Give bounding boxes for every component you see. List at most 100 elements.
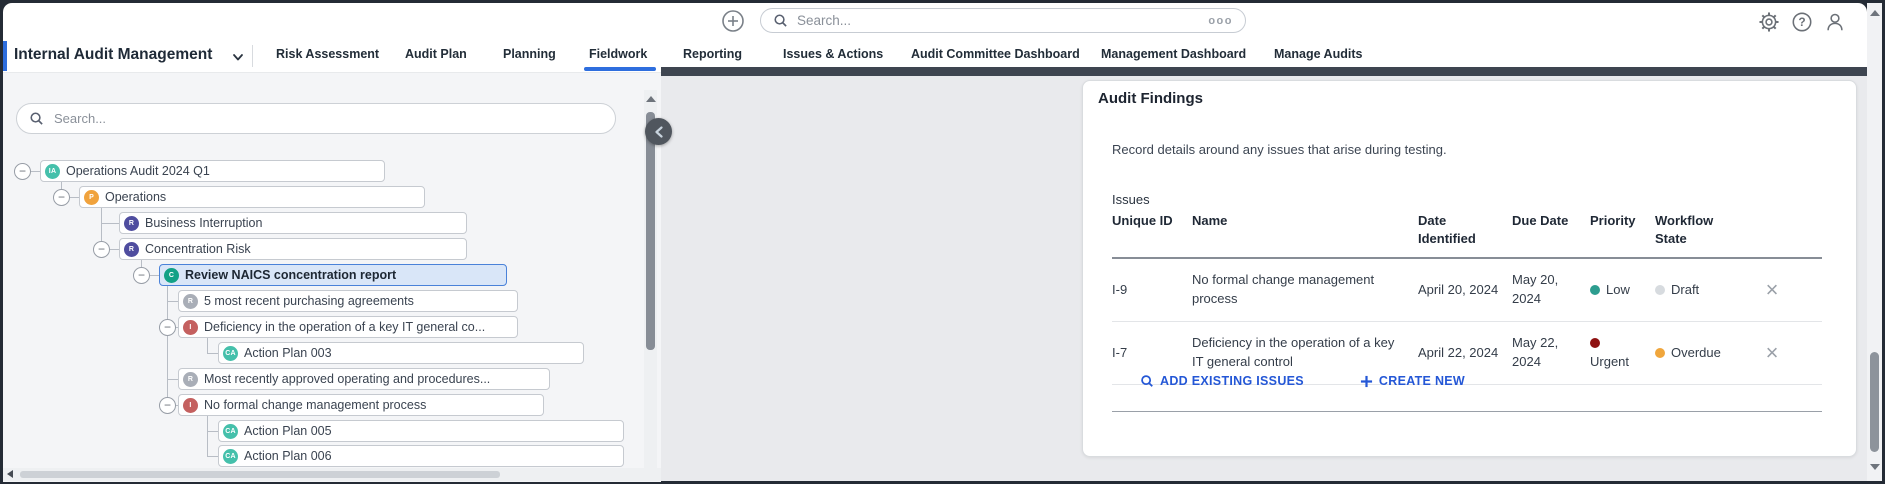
- tree-toggle-collapse[interactable]: −: [53, 189, 70, 206]
- issue-workflow-state: Overdue: [1655, 344, 1747, 363]
- issue-unique-id: I-9: [1112, 281, 1192, 300]
- tab-management-dashboard[interactable]: Management Dashboard: [1101, 47, 1246, 61]
- card-bottom-divider: [1112, 411, 1822, 412]
- tab-planning[interactable]: Planning: [503, 47, 556, 61]
- settings-gear-icon[interactable]: [1758, 11, 1780, 33]
- scroll-left-arrow[interactable]: [7, 470, 13, 478]
- tree-connector: [61, 182, 62, 189]
- search-icon: [1140, 374, 1154, 388]
- search-shortcut-hint: ooo: [1208, 15, 1233, 27]
- issue-date-identified: April 20, 2024: [1418, 281, 1512, 300]
- tree-node-purchasing-agreements[interactable]: R 5 most recent purchasing agreements: [178, 290, 518, 312]
- tree-connector: [167, 379, 178, 380]
- tree-node-operating-procedures[interactable]: R Most recently approved operating and p…: [178, 368, 550, 390]
- global-search: ooo: [760, 8, 1246, 33]
- active-tab-indicator: [584, 67, 656, 71]
- tree-search-input[interactable]: [52, 110, 603, 127]
- tree-search: [16, 103, 616, 134]
- content-top-strip: [661, 67, 1867, 76]
- tree-node-action-plan-006[interactable]: CA Action Plan 006: [218, 445, 624, 467]
- global-search-input[interactable]: [795, 12, 1201, 29]
- issue-badge: I: [183, 320, 198, 335]
- scroll-up-arrow[interactable]: [1870, 10, 1880, 16]
- priority-dot: [1590, 338, 1600, 348]
- tree-connector: [30, 171, 40, 172]
- user-profile-icon[interactable]: [1824, 11, 1846, 33]
- add-existing-issues-button[interactable]: ADD EXISTING ISSUES: [1140, 374, 1304, 388]
- tree-connector: [167, 286, 168, 397]
- issue-unique-id: I-7: [1112, 344, 1192, 363]
- tree-toggle-collapse[interactable]: −: [133, 267, 150, 284]
- tree-vertical-scrollbar-thumb[interactable]: [646, 112, 655, 350]
- workflow-state-dot: [1655, 285, 1665, 295]
- tree-connector: [207, 431, 218, 432]
- issue-badge: I: [183, 398, 198, 413]
- tree-node-action-plan-003[interactable]: CA Action Plan 003: [218, 342, 584, 364]
- svg-text:?: ?: [1798, 15, 1805, 29]
- tree-node-operations-audit[interactable]: IA Operations Audit 2024 Q1: [40, 160, 385, 182]
- quick-add-icon[interactable]: [722, 10, 744, 32]
- tree-node-deficiency-issue[interactable]: I Deficiency in the operation of a key I…: [178, 316, 518, 338]
- tab-risk-assessment[interactable]: Risk Assessment: [276, 47, 379, 61]
- tree-toggle-collapse[interactable]: −: [159, 397, 176, 414]
- tab-audit-committee-dashboard[interactable]: Audit Committee Dashboard: [911, 47, 1080, 61]
- tree-node-no-formal-change-issue[interactable]: I No formal change management process: [178, 394, 544, 416]
- search-icon: [29, 111, 44, 126]
- window-scrollbar-thumb[interactable]: [1870, 352, 1879, 452]
- tree-connector: [207, 416, 208, 456]
- remove-issue-icon[interactable]: ×: [1766, 342, 1779, 364]
- card-description: Record details around any issues that ar…: [1112, 142, 1447, 157]
- tab-reporting[interactable]: Reporting: [683, 47, 742, 61]
- col-name: Name: [1192, 212, 1418, 230]
- help-icon[interactable]: ?: [1791, 11, 1813, 33]
- tree-connector: [167, 301, 178, 302]
- tree-node-label: 5 most recent purchasing agreements: [204, 294, 414, 308]
- remove-issue-icon[interactable]: ×: [1766, 279, 1779, 301]
- tree-node-label: Concentration Risk: [145, 242, 251, 256]
- issues-table: Unique ID Name Date Identified Due Date …: [1112, 212, 1822, 385]
- tab-issues-actions[interactable]: Issues & Actions: [783, 47, 883, 61]
- card-title: Audit Findings: [1098, 90, 1203, 107]
- tree-connector: [101, 223, 119, 224]
- tree-connector: [69, 197, 79, 198]
- scroll-down-arrow[interactable]: [1870, 464, 1880, 470]
- scroll-up-arrow[interactable]: [646, 96, 656, 102]
- tree-toggle-collapse[interactable]: −: [14, 163, 31, 180]
- tree-connector: [101, 208, 102, 241]
- tab-audit-plan[interactable]: Audit Plan: [405, 47, 467, 61]
- tree-node-concentration-risk[interactable]: R Concentration Risk: [119, 238, 467, 260]
- tree-node-action-plan-005[interactable]: CA Action Plan 005: [218, 420, 624, 442]
- tree-horizontal-scrollbar-thumb[interactable]: [20, 471, 500, 478]
- tree-connector: [141, 260, 142, 267]
- search-icon: [773, 13, 788, 28]
- issue-name: Deficiency in the operation of a key IT …: [1192, 334, 1418, 372]
- create-new-issue-button[interactable]: CREATE NEW: [1360, 374, 1465, 388]
- tree-connector: [207, 456, 218, 457]
- tree-connector: [207, 338, 208, 353]
- tree-node-label: Review NAICS concentration report: [185, 268, 396, 282]
- tab-fieldwork[interactable]: Fieldwork: [589, 47, 647, 61]
- issue-date-identified: April 22, 2024: [1418, 344, 1512, 363]
- workflow-state-dot: [1655, 348, 1665, 358]
- window-vertical-scrollbar[interactable]: [1867, 3, 1882, 481]
- tree-toggle-collapse[interactable]: −: [93, 241, 110, 258]
- issue-row-i9[interactable]: I-9 No formal change management process …: [1112, 259, 1822, 322]
- plus-icon: [1360, 375, 1373, 388]
- control-badge: C: [164, 268, 179, 283]
- tree-node-label: Deficiency in the operation of a key IT …: [204, 320, 485, 334]
- tree-node-label: Operations: [105, 190, 166, 204]
- nav-accent-bar: [3, 41, 7, 71]
- request-badge: R: [183, 294, 198, 309]
- risk-badge: R: [124, 242, 139, 257]
- tab-manage-audits[interactable]: Manage Audits: [1274, 47, 1362, 61]
- app-switcher[interactable]: Internal Audit Management: [14, 46, 212, 64]
- tree-node-review-naics-selected[interactable]: C Review NAICS concentration report: [159, 264, 507, 286]
- tree-node-business-interruption[interactable]: R Business Interruption: [119, 212, 467, 234]
- chevron-down-icon[interactable]: [231, 50, 245, 64]
- tree-node-label: Action Plan 003: [244, 346, 332, 360]
- issue-due-date: May 22, 2024: [1512, 334, 1590, 372]
- tree-toggle-collapse[interactable]: −: [159, 319, 176, 336]
- panel-collapse-handle[interactable]: [645, 118, 672, 145]
- tree-node-operations[interactable]: P Operations: [79, 186, 425, 208]
- corrective-action-badge: CA: [223, 449, 238, 464]
